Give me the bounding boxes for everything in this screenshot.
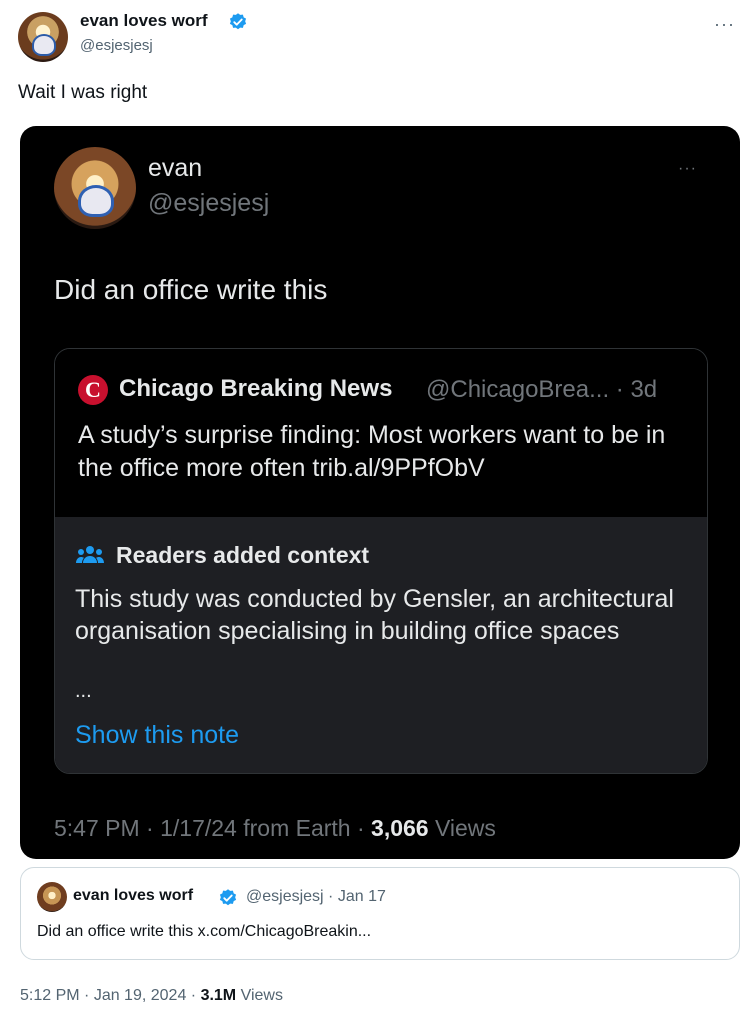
more-icon[interactable]: ··· [714, 14, 735, 35]
tweet-meta: 5:12 PM · Jan 19, 2024 · 3.1M Views [20, 987, 283, 1005]
author-handle[interactable]: @esjesjesj [80, 37, 153, 54]
show-note-link: Show this note [75, 721, 239, 749]
embedded-author-handle: @esjesjesj [148, 189, 270, 217]
embedded-views-count: 3,066 [371, 815, 429, 841]
verified-badge-icon [218, 888, 238, 913]
views-label: Views [236, 987, 283, 1004]
community-note-ellipsis: ... [75, 680, 92, 702]
quoted-tweet-text[interactable]: Did an office write this x.com/ChicagoBr… [37, 923, 371, 941]
quoted-author-name[interactable]: evan loves worf [73, 887, 193, 905]
people-icon [75, 543, 105, 574]
embedded-avatar [54, 147, 136, 229]
chicago-tribune-logo: C [78, 375, 108, 405]
embedded-tweet-meta: 5:47 PM · 1/17/24 from Earth · 3,066 Vie… [54, 815, 496, 842]
embedded-more-icon: ··· [678, 160, 697, 177]
quoted-avatar[interactable] [37, 882, 67, 912]
embedded-meta-text: 5:47 PM · 1/17/24 from Earth · [54, 815, 372, 841]
community-note-title: Readers added context [116, 542, 370, 568]
community-note-text: This study was conducted by Gensler, an … [75, 585, 674, 645]
quoted-tweet-card[interactable] [20, 867, 740, 960]
views-count[interactable]: 3.1M [201, 987, 237, 1004]
embedded-author-name: evan [148, 154, 203, 182]
tweet-date[interactable]: Jan 19, 2024 [94, 987, 187, 1004]
quoted-account-name: Chicago Breaking News [119, 375, 393, 402]
quoted-handle-date[interactable]: @esjesjesj · Jan 17 [246, 888, 386, 906]
embedded-tweet-text: Did an office write this [54, 274, 328, 305]
quoted-tweet-text: A study’s surprise finding: Most workers… [78, 421, 666, 482]
avatar[interactable] [18, 12, 68, 62]
tweet-time[interactable]: 5:12 PM [20, 987, 80, 1004]
tweet-text: Wait I was right [18, 82, 148, 103]
meta-separator: · [79, 987, 94, 1004]
meta-separator: · [186, 987, 201, 1004]
verified-badge-icon [228, 12, 248, 37]
quoted-account-handle-time: @ChicagoBrea... · 3d [426, 376, 658, 403]
author-name[interactable]: evan loves worf [80, 11, 208, 31]
embedded-views-label: Views [428, 815, 496, 841]
